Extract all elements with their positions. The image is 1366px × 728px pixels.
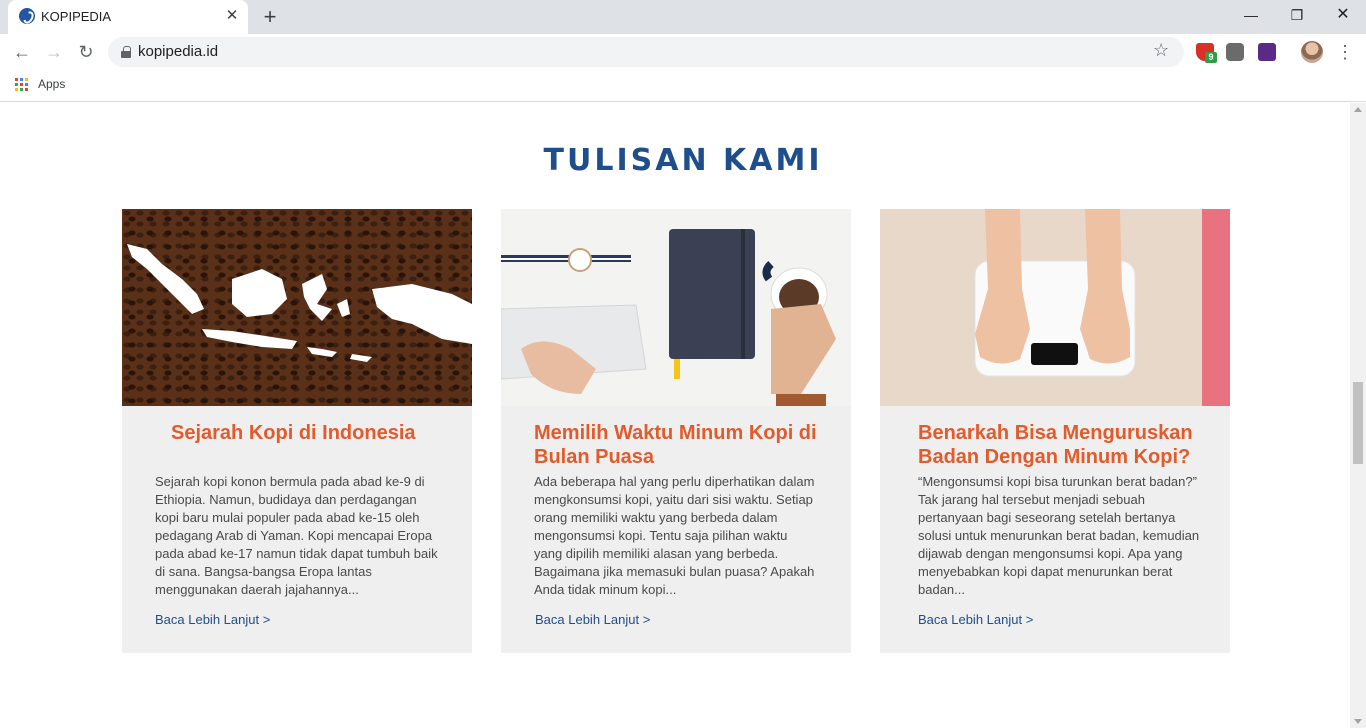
card-image[interactable] bbox=[501, 209, 851, 406]
card-image[interactable] bbox=[122, 209, 472, 406]
article-card: Sejarah Kopi di Indonesia Sejarah kopi k… bbox=[122, 209, 472, 653]
close-tab-icon[interactable]: ✕ bbox=[223, 7, 241, 25]
back-button[interactable]: ← bbox=[9, 39, 35, 65]
reload-button[interactable]: ↻ bbox=[73, 39, 99, 65]
restore-window-button[interactable]: ❐ bbox=[1274, 0, 1320, 30]
close-window-button[interactable]: ✕ bbox=[1320, 0, 1366, 30]
card-image[interactable] bbox=[880, 209, 1230, 406]
desk-illustration-icon bbox=[501, 229, 836, 406]
indonesia-map-icon bbox=[127, 244, 472, 362]
scroll-down-icon[interactable] bbox=[1354, 719, 1362, 724]
bookmarks-bar: Apps bbox=[0, 70, 1366, 102]
section-title: TULISAN KAMI bbox=[543, 143, 823, 178]
url-text[interactable]: kopipedia.id bbox=[138, 43, 218, 60]
kopipedia-favicon-icon bbox=[19, 8, 35, 24]
read-more-link[interactable]: Baca Lebih Lanjut > bbox=[535, 612, 650, 627]
card-title[interactable]: Sejarah Kopi di Indonesia bbox=[171, 421, 441, 445]
shield-extension-icon[interactable]: 9 bbox=[1196, 43, 1217, 63]
bookmark-star-icon[interactable]: ☆ bbox=[1153, 40, 1169, 61]
new-tab-button[interactable]: + bbox=[258, 5, 282, 29]
card-excerpt: Sejarah kopi konon bermula pada abad ke-… bbox=[155, 474, 438, 597]
apps-bookmark[interactable]: Apps bbox=[38, 77, 65, 91]
address-bar[interactable]: kopipedia.id ☆ bbox=[108, 37, 1184, 67]
chat-extension-icon[interactable] bbox=[1226, 43, 1244, 61]
coffee-beans-image bbox=[122, 209, 472, 406]
tab-strip: KOPIPEDIA ✕ + — ❐ ✕ bbox=[0, 0, 1366, 34]
read-more-link[interactable]: Baca Lebih Lanjut > bbox=[155, 612, 270, 627]
card-title[interactable]: Memilih Waktu Minum Kopi di Bulan Puasa bbox=[534, 421, 834, 469]
page-content: TULISAN KAMI Sejarah Kopi di Indonesia S… bbox=[0, 103, 1350, 728]
minimize-window-button[interactable]: — bbox=[1228, 0, 1274, 30]
lock-icon[interactable] bbox=[121, 46, 131, 58]
purple-extension-icon[interactable] bbox=[1258, 43, 1276, 61]
scrollbar-thumb[interactable] bbox=[1353, 382, 1363, 464]
browser-menu-icon[interactable]: ⋮ bbox=[1336, 39, 1354, 65]
article-card: Memilih Waktu Minum Kopi di Bulan Puasa … bbox=[501, 209, 851, 653]
article-card: Benarkah Bisa Menguruskan Badan Dengan M… bbox=[880, 209, 1230, 653]
forward-button[interactable]: → bbox=[41, 39, 67, 65]
desk-coffee-image bbox=[501, 209, 851, 406]
page-scrollbar[interactable] bbox=[1350, 103, 1366, 728]
read-more-link[interactable]: Baca Lebih Lanjut > bbox=[918, 612, 1033, 627]
card-excerpt: Ada beberapa hal yang perlu diperhatikan… bbox=[534, 474, 815, 597]
extension-badge: 9 bbox=[1205, 52, 1217, 63]
tab-title: KOPIPEDIA bbox=[41, 9, 112, 24]
scroll-up-icon[interactable] bbox=[1354, 107, 1362, 112]
feet-scale-illustration-icon bbox=[880, 209, 1230, 406]
apps-grid-icon[interactable] bbox=[15, 78, 28, 91]
browser-toolbar: ← → ↻ kopipedia.id ☆ 9 ⋮ bbox=[0, 34, 1366, 70]
profile-avatar[interactable] bbox=[1301, 41, 1323, 63]
browser-tab[interactable]: KOPIPEDIA ✕ bbox=[8, 0, 248, 34]
card-title[interactable]: Benarkah Bisa Menguruskan Badan Dengan M… bbox=[918, 421, 1218, 469]
scale-image bbox=[880, 209, 1230, 406]
card-excerpt: “Mengonsumsi kopi bisa turunkan berat ba… bbox=[918, 474, 1200, 597]
